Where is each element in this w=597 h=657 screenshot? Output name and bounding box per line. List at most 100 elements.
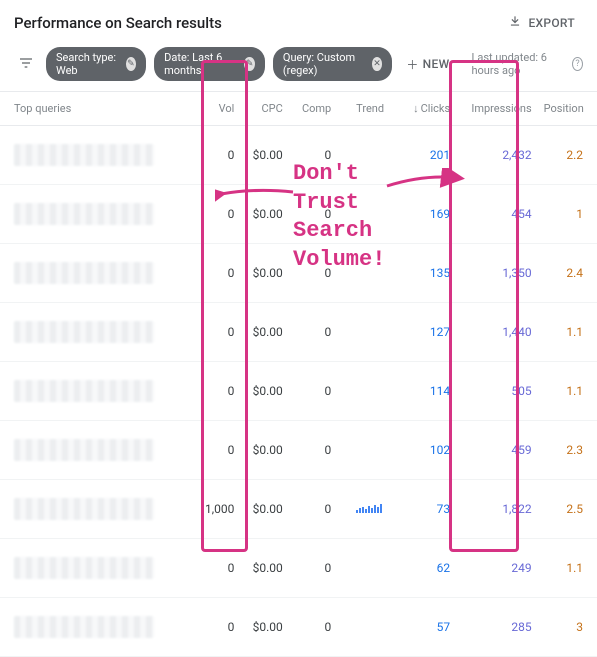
col-header-comp[interactable]: Comp xyxy=(291,92,339,126)
cell-query xyxy=(0,185,187,244)
chip-label: Query: Custom (regex) xyxy=(283,51,366,77)
last-updated: Last updated: 6 hours ago ? xyxy=(471,51,583,77)
col-header-clicks[interactable]: ↓Clicks xyxy=(392,92,458,126)
chip-search-type[interactable]: Search type: Web ✎ xyxy=(46,47,146,81)
cell-position: 1.1 xyxy=(540,362,597,421)
cell-vol: 0 xyxy=(187,244,242,303)
table-row[interactable]: 0$0.0001351,3502.4 xyxy=(0,244,597,303)
col-header-trend[interactable]: Trend xyxy=(339,92,392,126)
cell-comp: 0 xyxy=(291,185,339,244)
table-row[interactable]: 0$0.0002012,4322.2 xyxy=(0,126,597,185)
cell-vol: 0 xyxy=(187,126,242,185)
cell-clicks: 127 xyxy=(392,303,458,362)
cell-vol: 0 xyxy=(187,303,242,362)
cell-query xyxy=(0,244,187,303)
new-filter-button[interactable]: ＋ NEW xyxy=(400,52,455,77)
cell-vol: 0 xyxy=(187,185,242,244)
redacted-query xyxy=(14,439,154,461)
col-header-impressions[interactable]: Impressions xyxy=(458,92,540,126)
cell-trend xyxy=(339,126,392,185)
chip-query[interactable]: Query: Custom (regex) ✕ xyxy=(273,47,392,81)
redacted-query xyxy=(14,380,154,402)
cell-query xyxy=(0,539,187,598)
cell-position: 2.4 xyxy=(540,244,597,303)
sort-descending-icon: ↓ xyxy=(413,102,419,115)
help-icon[interactable]: ? xyxy=(572,57,583,71)
redacted-query xyxy=(14,498,154,520)
cell-query xyxy=(0,421,187,480)
cell-position: 2.3 xyxy=(540,421,597,480)
filter-icon[interactable] xyxy=(14,51,38,78)
trend-sparkline xyxy=(356,503,384,513)
cell-comp: 0 xyxy=(291,362,339,421)
cell-query xyxy=(0,480,187,539)
plus-icon: ＋ xyxy=(406,56,418,73)
cell-vol: 0 xyxy=(187,362,242,421)
col-header-clicks-label: Clicks xyxy=(421,102,451,115)
cell-comp: 0 xyxy=(291,126,339,185)
table-header-row: Top queries Vol CPC Comp Trend ↓Clicks I… xyxy=(0,92,597,126)
new-label: NEW xyxy=(423,57,450,71)
cell-vol: 1,000 xyxy=(187,480,242,539)
redacted-query xyxy=(14,321,154,343)
cell-position: 2.5 xyxy=(540,480,597,539)
cell-position: 1 xyxy=(540,185,597,244)
cell-trend xyxy=(339,480,392,539)
cell-query xyxy=(0,303,187,362)
cell-impressions: 2,432 xyxy=(458,126,540,185)
cell-impressions: 454 xyxy=(458,185,540,244)
cell-clicks: 57 xyxy=(392,598,458,657)
cell-query xyxy=(0,362,187,421)
table-row[interactable]: 0$0.000572853 xyxy=(0,598,597,657)
table-row[interactable]: 0$0.0001024592.3 xyxy=(0,421,597,480)
cell-impressions: 505 xyxy=(458,362,540,421)
cell-cpc: $0.00 xyxy=(242,126,290,185)
export-button[interactable]: EXPORT xyxy=(500,10,583,35)
cell-cpc: $0.00 xyxy=(242,539,290,598)
table-row[interactable]: 0$0.0001694541 xyxy=(0,185,597,244)
cell-vol: 0 xyxy=(187,539,242,598)
redacted-query xyxy=(14,262,154,284)
chip-date[interactable]: Date: Last 6 months ✎ xyxy=(154,47,265,81)
col-header-position[interactable]: Position xyxy=(540,92,597,126)
cell-impressions: 1,440 xyxy=(458,303,540,362)
cell-cpc: $0.00 xyxy=(242,480,290,539)
pencil-icon: ✎ xyxy=(126,57,137,71)
cell-trend xyxy=(339,303,392,362)
pencil-icon: ✎ xyxy=(244,57,255,71)
cell-position: 3 xyxy=(540,598,597,657)
cell-position: 1.1 xyxy=(540,539,597,598)
close-icon: ✕ xyxy=(372,57,383,71)
table-row[interactable]: 1,000$0.000731,8222.5 xyxy=(0,480,597,539)
cell-comp: 0 xyxy=(291,244,339,303)
cell-impressions: 249 xyxy=(458,539,540,598)
cell-comp: 0 xyxy=(291,598,339,657)
col-header-vol[interactable]: Vol xyxy=(187,92,242,126)
cell-cpc: $0.00 xyxy=(242,598,290,657)
cell-cpc: $0.00 xyxy=(242,303,290,362)
redacted-query xyxy=(14,144,154,166)
redacted-query xyxy=(14,616,154,638)
cell-comp: 0 xyxy=(291,539,339,598)
cell-position: 1.1 xyxy=(540,303,597,362)
chip-label: Date: Last 6 months xyxy=(164,51,238,77)
redacted-query xyxy=(14,557,154,579)
cell-comp: 0 xyxy=(291,480,339,539)
cell-position: 2.2 xyxy=(540,126,597,185)
cell-trend xyxy=(339,539,392,598)
table-row[interactable]: 0$0.000622491.1 xyxy=(0,539,597,598)
cell-cpc: $0.00 xyxy=(242,185,290,244)
cell-impressions: 1,822 xyxy=(458,480,540,539)
cell-impressions: 459 xyxy=(458,421,540,480)
cell-trend xyxy=(339,362,392,421)
last-updated-text: Last updated: 6 hours ago xyxy=(471,51,567,77)
export-label: EXPORT xyxy=(528,16,575,30)
col-header-cpc[interactable]: CPC xyxy=(242,92,290,126)
redacted-query xyxy=(14,203,154,225)
col-header-queries[interactable]: Top queries xyxy=(0,92,187,126)
cell-query xyxy=(0,598,187,657)
table-row[interactable]: 0$0.0001145051.1 xyxy=(0,362,597,421)
cell-trend xyxy=(339,244,392,303)
cell-impressions: 285 xyxy=(458,598,540,657)
table-row[interactable]: 0$0.0001271,4401.1 xyxy=(0,303,597,362)
